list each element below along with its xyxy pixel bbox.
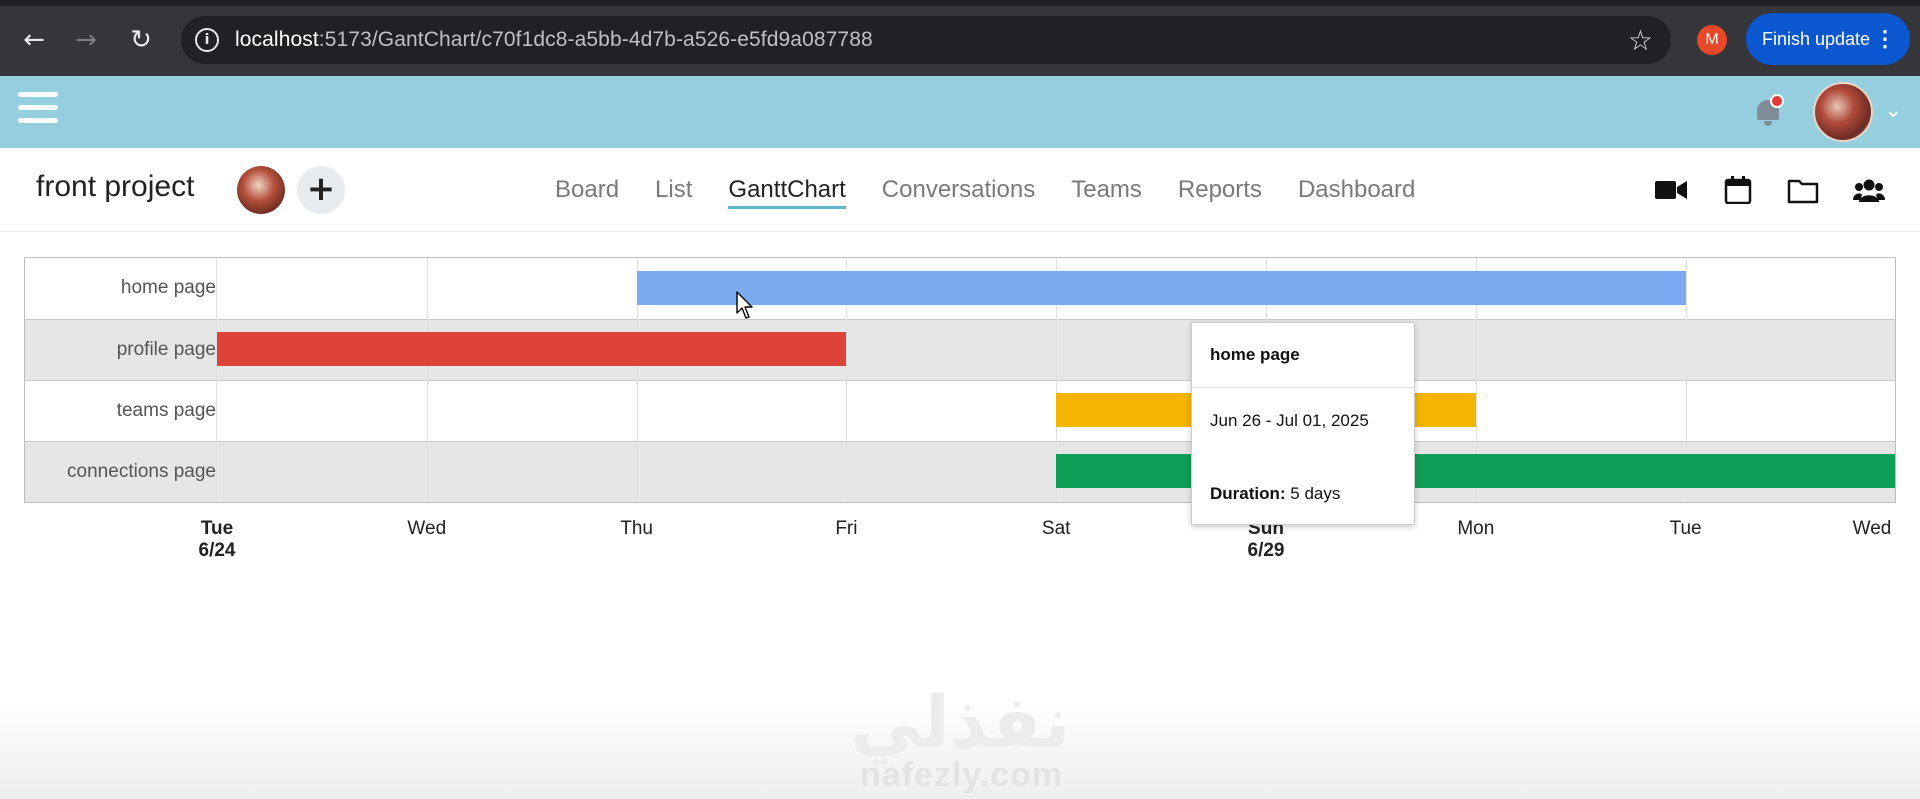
project-bar: front project + Board List GanttChart Co… <box>0 148 1920 232</box>
tab-teams[interactable]: Teams <box>1071 176 1142 209</box>
axis-tick-day: Tue <box>1669 518 1702 539</box>
user-avatar[interactable] <box>1813 82 1873 142</box>
axis-tick-day: Tue <box>200 518 234 539</box>
tooltip-duration-value: 5 days <box>1290 484 1341 503</box>
axis-tick-day: Thu <box>620 518 653 539</box>
watermark-text: nafezly.com <box>860 756 1064 794</box>
tab-dashboard[interactable]: Dashboard <box>1298 176 1415 209</box>
url-host: localhost <box>235 28 319 51</box>
tab-reports[interactable]: Reports <box>1178 176 1262 209</box>
chevron-down-icon[interactable]: ⌄ <box>1884 98 1902 123</box>
finish-update-label: Finish update <box>1762 29 1871 49</box>
folder-icon[interactable] <box>1787 176 1819 204</box>
tooltip-title: home page <box>1210 345 1300 364</box>
task-label-home-page: home page <box>120 277 216 298</box>
address-bar[interactable]: i localhost:5173/GantChart/c70f1dc8-a5bb… <box>181 16 1671 64</box>
gantt-row: teams page <box>25 380 1895 441</box>
tooltip-divider <box>1192 387 1414 388</box>
tab-conversations[interactable]: Conversations <box>882 176 1035 209</box>
browser-tab-strip <box>0 0 1920 6</box>
axis-tick-date: 6/24 <box>198 540 236 561</box>
axis-tick-day: Sat <box>1041 518 1071 539</box>
axis-tick-label: Wed <box>382 518 472 540</box>
add-member-button[interactable]: + <box>297 166 345 214</box>
users-icon[interactable] <box>1853 176 1885 204</box>
browser-profile-avatar[interactable]: M <box>1697 25 1727 55</box>
browser-menu-icon[interactable]: ⋮ <box>1874 13 1896 65</box>
axis-tick-label: Thu <box>592 518 682 540</box>
app-header: ⌄ <box>0 76 1920 148</box>
mouse-cursor-icon <box>736 291 753 319</box>
project-member-avatar[interactable] <box>237 166 285 214</box>
back-arrow-icon[interactable]: ← <box>18 24 50 56</box>
axis-tick-label: Mon <box>1431 518 1521 540</box>
watermark-logo-arabic: نفذلي <box>850 680 1071 764</box>
axis-tick-label: Tue 6/24 <box>172 518 262 562</box>
axis-tick-day: Wed <box>1852 518 1892 539</box>
calendar-icon[interactable] <box>1723 176 1755 204</box>
tooltip-duration-label: Duration: <box>1210 484 1286 503</box>
axis-tick-label: Fri <box>801 518 891 540</box>
tab-list[interactable]: List <box>655 176 692 209</box>
url-text[interactable]: localhost:5173/GantChart/c70f1dc8-a5bb-4… <box>235 28 873 52</box>
axis-tick-day: Wed <box>407 518 447 539</box>
bookmark-star-icon[interactable]: ☆ <box>1628 24 1653 57</box>
task-label-profile-page: profile page <box>116 339 216 360</box>
gantt-bar-profile-page[interactable] <box>217 332 847 366</box>
axis-tick-label: Wed <box>1827 518 1917 540</box>
gantt-chart: home page profile page teams page connec… <box>24 257 1896 503</box>
tab-ganttchart[interactable]: GanttChart <box>728 176 846 209</box>
axis-tick-label: Sat <box>1011 518 1101 540</box>
reload-icon[interactable]: ↻ <box>125 24 157 56</box>
gantt-bar-connections-page[interactable] <box>1056 454 1895 488</box>
notification-dot <box>1770 94 1784 108</box>
label-column-divider <box>216 258 217 502</box>
video-camera-icon[interactable] <box>1655 176 1687 204</box>
axis-tick-day: Mon <box>1457 518 1495 539</box>
project-title: front project <box>36 170 195 203</box>
axis-tick-date: 6/29 <box>1247 540 1285 561</box>
tab-board[interactable]: Board <box>555 176 619 209</box>
tooltip-date-range: Jun 26 - Jul 01, 2025 <box>1210 411 1369 430</box>
site-info-icon[interactable]: i <box>195 28 219 52</box>
tooltip-duration: Duration: 5 days <box>1210 484 1340 504</box>
task-tooltip: home page Jun 26 - Jul 01, 2025 Duration… <box>1191 322 1415 525</box>
task-label-teams-page: teams page <box>116 400 216 421</box>
axis-tick-label: Tue <box>1641 518 1731 540</box>
forward-arrow-icon[interactable]: → <box>70 24 102 56</box>
task-label-connections-page: connections page <box>67 461 216 482</box>
url-path: :5173/GantChart/c70f1dc8-a5bb-4d7b-a526-… <box>318 28 873 51</box>
browser-toolbar: ← → ↻ i localhost:5173/GantChart/c70f1dc… <box>0 0 1920 76</box>
project-tabs: Board List GanttChart Conversations Team… <box>555 176 1415 209</box>
notification-bell-icon[interactable] <box>1753 94 1784 128</box>
gantt-bar-home-page[interactable] <box>636 271 1686 305</box>
hamburger-menu-icon[interactable] <box>18 92 58 128</box>
day-gridline <box>426 258 428 502</box>
finish-update-button[interactable]: Finish update ⋮ <box>1746 13 1910 65</box>
axis-tick-day: Fri <box>835 518 858 539</box>
